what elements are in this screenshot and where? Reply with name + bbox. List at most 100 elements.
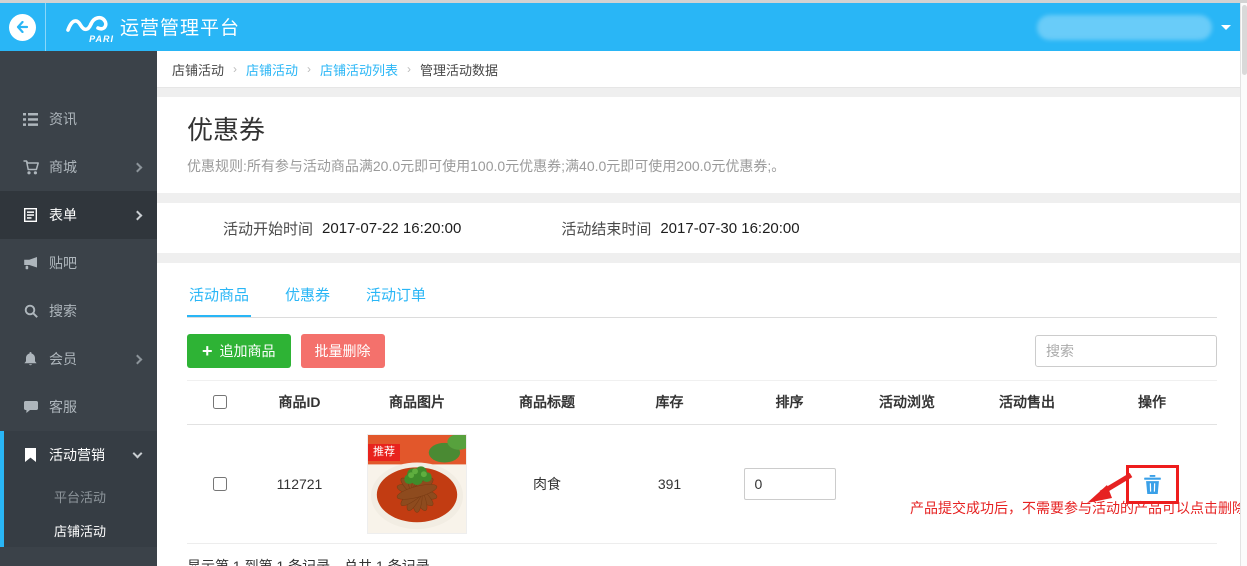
page-title: 优惠券: [187, 110, 1217, 147]
sidebar-item-label: 表单: [49, 205, 134, 225]
end-time-value: 2017-07-30 16:20:00: [660, 220, 799, 237]
bookmark-icon: [22, 448, 39, 462]
chevron-right-icon: [133, 162, 143, 172]
start-time-label: 活动开始时间: [223, 218, 313, 239]
activity-products-panel: 活动商品 优惠券 活动订单 + 追加商品 批量删除: [157, 263, 1247, 566]
row-checkbox[interactable]: [213, 477, 227, 491]
records-summary: 显示第 1 到第 1 条记录，总共 1 条记录: [187, 556, 1217, 566]
megaphone-icon: [22, 257, 39, 270]
sidebar-item-support[interactable]: 客服: [0, 383, 157, 431]
breadcrumb-separator: ›: [307, 62, 311, 76]
top-header: PARI 运营管理平台: [0, 3, 1247, 51]
breadcrumb-item-current: 管理活动数据: [420, 60, 498, 79]
caret-down-icon: [1221, 25, 1231, 35]
sidebar-item-mall[interactable]: 商城: [0, 143, 157, 191]
user-menu[interactable]: [1037, 3, 1231, 51]
sidebar-group-marketing: 活动营销 平台活动 店铺活动: [0, 431, 157, 547]
sidebar-item-news[interactable]: 资讯: [0, 95, 157, 143]
trash-icon: [1144, 475, 1161, 494]
sidebar-item-label: 贴吧: [49, 253, 141, 273]
add-product-button[interactable]: + 追加商品: [187, 334, 291, 368]
breadcrumb-item-link[interactable]: 店铺活动列表: [320, 60, 398, 79]
tab-bar: 活动商品 优惠券 活动订单: [187, 263, 1217, 318]
table-toolbar: + 追加商品 批量删除: [187, 334, 1217, 368]
scrollbar[interactable]: [1240, 3, 1247, 566]
table-header-row: 商品ID 商品图片 商品标题 库存 排序 活动浏览 活动售出 操作: [187, 381, 1217, 425]
sidebar-item-label: 搜索: [49, 301, 141, 321]
col-header-product-image: 商品图片: [347, 381, 487, 425]
table-row: 112721: [187, 425, 1217, 544]
form-icon: [22, 208, 39, 222]
app-title: 运营管理平台: [120, 13, 240, 42]
logo-text: PARI: [89, 34, 114, 44]
back-button[interactable]: [0, 3, 46, 51]
sidebar-subitem-label: 平台活动: [54, 487, 106, 506]
activity-times-panel: 活动开始时间 2017-07-22 16:20:00 活动结束时间 2017-0…: [157, 203, 1247, 253]
col-header-activity-sold: 活动售出: [967, 381, 1087, 425]
cell-activity-sold: [967, 425, 1087, 544]
add-product-label: 追加商品: [220, 341, 276, 361]
list-icon: [22, 113, 39, 126]
sidebar-subitem-shop-activity[interactable]: 店铺活动: [4, 513, 157, 547]
breadcrumb-item: 店铺活动: [172, 60, 224, 79]
tab-activity-orders[interactable]: 活动订单: [364, 275, 428, 317]
batch-delete-button[interactable]: 批量删除: [301, 334, 385, 368]
col-header-stock: 库存: [607, 381, 732, 425]
product-image: 推荐: [367, 434, 467, 534]
logo-swoosh-icon: PARI: [66, 12, 112, 42]
app-logo: PARI 运营管理平台: [66, 12, 240, 42]
sidebar-item-label: 活动营销: [49, 445, 134, 465]
tab-coupons[interactable]: 优惠券: [283, 275, 332, 317]
cell-stock: 391: [607, 425, 732, 544]
sidebar-item-search[interactable]: 搜索: [0, 287, 157, 335]
search-icon: [22, 304, 39, 318]
plus-icon: +: [202, 342, 213, 360]
sort-order-input[interactable]: [744, 468, 836, 500]
sidebar-item-label: 客服: [49, 397, 141, 417]
col-header-activity-views: 活动浏览: [847, 381, 967, 425]
coupon-rules-text: 优惠规则:所有参与活动商品满20.0元即可使用100.0元优惠券;满40.0元即…: [187, 156, 1217, 176]
chevron-down-icon: [133, 449, 143, 459]
main-content: 店铺活动 › 店铺活动 › 店铺活动列表 › 管理活动数据 优惠券 优惠规则:所…: [157, 51, 1247, 566]
search-input[interactable]: [1035, 335, 1217, 367]
breadcrumb-item-link[interactable]: 店铺活动: [246, 60, 298, 79]
app-window: PARI 运营管理平台 资讯 商城: [0, 0, 1247, 566]
cart-icon: [22, 160, 39, 175]
col-header-product-id: 商品ID: [252, 381, 347, 425]
sidebar-item-members[interactable]: 会员: [0, 335, 157, 383]
activity-start-time: 活动开始时间 2017-07-22 16:20:00: [223, 218, 461, 239]
cell-product-id: 112721: [252, 425, 347, 544]
bell-icon: [22, 352, 39, 366]
recommend-badge: 推荐: [368, 444, 400, 461]
sidebar-item-marketing[interactable]: 活动营销: [4, 431, 157, 479]
col-header-sort: 排序: [732, 381, 847, 425]
breadcrumb-separator: ›: [407, 62, 411, 76]
end-time-label: 活动结束时间: [561, 218, 651, 239]
sidebar-item-label: 会员: [49, 349, 134, 369]
delete-row-button[interactable]: [1144, 475, 1161, 494]
coupon-panel: 优惠券 优惠规则:所有参与活动商品满20.0元即可使用100.0元优惠券;满40…: [157, 97, 1247, 193]
select-all-checkbox[interactable]: [213, 395, 227, 409]
username-redacted: [1037, 15, 1212, 40]
cell-activity-views: [847, 425, 967, 544]
cell-product-title: 肉食: [487, 425, 607, 544]
col-header-product-title: 商品标题: [487, 381, 607, 425]
breadcrumb-separator: ›: [233, 62, 237, 76]
chevron-right-icon: [133, 210, 143, 220]
sidebar-subitem-platform-activity[interactable]: 平台活动: [4, 479, 157, 513]
sidebar-item-label: 资讯: [49, 109, 141, 129]
tab-activity-products[interactable]: 活动商品: [187, 275, 251, 317]
sidebar-nav: 资讯 商城 表单 贴吧: [0, 51, 157, 566]
breadcrumb: 店铺活动 › 店铺活动 › 店铺活动列表 › 管理活动数据: [157, 51, 1247, 88]
sidebar-subitem-label: 店铺活动: [54, 521, 106, 540]
chat-icon: [22, 401, 39, 414]
chevron-right-icon: [133, 354, 143, 364]
activity-end-time: 活动结束时间 2017-07-30 16:20:00: [561, 218, 799, 239]
annotation-text: 产品提交成功后，不需要参与活动的产品可以点击删除: [910, 498, 1246, 520]
scrollbar-thumb[interactable]: [1242, 5, 1247, 75]
sidebar-item-forms[interactable]: 表单: [0, 191, 157, 239]
sidebar-item-label: 商城: [49, 157, 134, 177]
back-arrow-icon: [9, 14, 36, 41]
start-time-value: 2017-07-22 16:20:00: [322, 220, 461, 237]
sidebar-item-forum[interactable]: 贴吧: [0, 239, 157, 287]
